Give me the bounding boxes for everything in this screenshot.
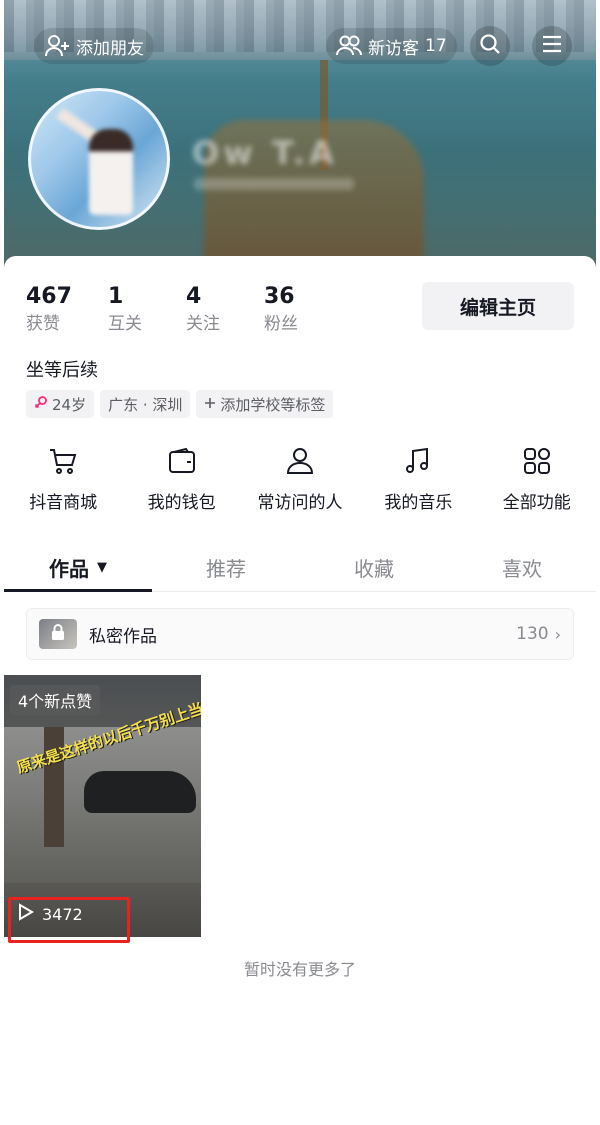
location-tag-label: 广东 · 深圳 [108,395,183,414]
private-works-label: 私密作品 [89,626,157,647]
search-button[interactable] [470,26,510,66]
visitors-label: 新访客 [368,38,419,59]
tab-recommended-label: 推荐 [206,557,246,581]
add-friend-label: 添加朋友 [76,38,144,59]
shortcut-music[interactable]: 我的音乐 [363,444,473,513]
shortcut-all-features-label: 全部功能 [502,493,571,513]
edit-profile-button[interactable]: 编辑主页 [422,282,574,330]
music-note-icon [403,444,433,478]
stat-likes[interactable]: 467 获赞 [26,284,108,334]
shortcut-row: 抖音商城 我的钱包 常访问的人 我的音乐 全部功能 [4,444,596,513]
profile-id-blurred [194,178,354,190]
content-tabs: 作品 ▼ 推荐 收藏 喜欢 [4,544,596,592]
new-visitors-button[interactable]: 新访客 17 [326,28,457,64]
wallet-icon [167,444,197,478]
private-works-thumbnail [39,619,77,649]
profile-nickname: Ow T.A [192,134,338,172]
search-icon [479,33,501,59]
plus-icon [204,395,216,413]
visitors-icon [336,34,362,58]
chevron-right-icon: › [554,624,561,644]
profile-tags: 24岁 广东 · 深圳 添加学校等标签 [26,390,334,418]
person-icon [285,444,315,478]
stat-mutual[interactable]: 1 互关 [108,284,186,334]
tab-likes-label: 喜欢 [502,557,542,581]
shortcut-frequent-visitors[interactable]: 常访问的人 [245,444,355,513]
stat-mutual-value: 1 [108,284,124,309]
add-friend-button[interactable]: 添加朋友 [34,28,154,64]
new-likes-badge: 4个新点赞 [10,685,101,715]
hamburger-menu-icon [541,34,563,58]
stat-likes-value: 467 [26,284,72,309]
stat-followers-value: 36 [264,284,295,309]
avatar-figure [89,129,133,215]
cart-icon [48,444,78,478]
shortcut-shop-label: 抖音商城 [29,493,98,513]
caret-down-icon: ▼ [97,560,107,575]
video-car [84,771,196,813]
age-tag: 24岁 [26,390,95,418]
tab-works[interactable]: 作品 ▼ [4,544,152,592]
visitors-count: 17 [425,36,447,56]
no-more-content-text: 暂时没有更多了 [243,960,356,979]
private-works-count: 130 [516,624,549,644]
shortcut-music-label: 我的音乐 [384,493,453,513]
play-count-highlight-box [8,897,130,943]
stat-followers[interactable]: 36 粉丝 [264,284,342,334]
shortcut-wallet[interactable]: 我的钱包 [127,444,237,513]
shortcut-shop[interactable]: 抖音商城 [8,444,118,513]
stat-likes-label: 获赞 [26,314,60,334]
profile-avatar[interactable] [28,88,170,230]
tab-favorites[interactable]: 收藏 [300,544,448,591]
stat-following-label: 关注 [186,314,220,334]
location-tag: 广东 · 深圳 [100,390,191,418]
private-works-row[interactable]: 私密作品 130 › [26,608,574,660]
profile-bio: 坐等后续 [26,360,98,381]
tab-works-label: 作品 [49,557,89,581]
add-school-tag-label: 添加学校等标签 [220,395,326,414]
tab-favorites-label: 收藏 [354,557,394,581]
profile-card: 467 获赞 1 互关 4 关注 36 粉丝 编辑主页 坐等后续 24岁 广东 … [4,256,596,1125]
grid-icon [522,444,552,478]
shortcut-all-features[interactable]: 全部功能 [482,444,592,513]
stats-row: 467 获赞 1 互关 4 关注 36 粉丝 [26,284,342,334]
stat-followers-label: 粉丝 [264,314,298,334]
shortcut-frequent-visitors-label: 常访问的人 [257,493,343,513]
shortcut-wallet-label: 我的钱包 [147,493,216,513]
lock-icon [50,623,66,645]
age-tag-label: 24岁 [52,395,87,414]
add-person-icon [44,34,70,58]
add-school-tag-button[interactable]: 添加学校等标签 [196,390,334,418]
menu-button[interactable] [532,26,572,66]
tab-likes[interactable]: 喜欢 [448,544,596,591]
stat-following-value: 4 [186,284,202,309]
female-icon [34,395,48,413]
stat-mutual-label: 互关 [108,314,142,334]
tab-recommended[interactable]: 推荐 [152,544,300,591]
stat-following[interactable]: 4 关注 [186,284,264,334]
